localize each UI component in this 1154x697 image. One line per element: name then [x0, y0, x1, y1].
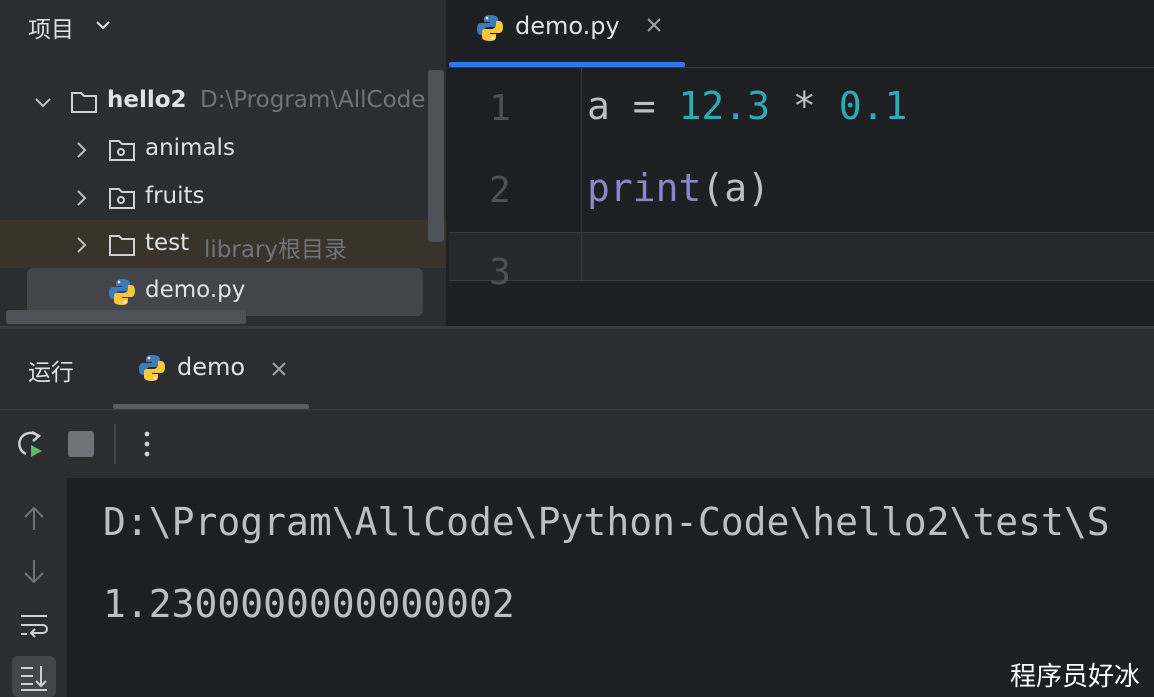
chevron-right-icon[interactable] — [70, 234, 92, 256]
tab-demo-py[interactable]: demo.py — [449, 0, 685, 67]
project-panel-title: 项目 — [28, 17, 74, 43]
scroll-to-end-icon[interactable] — [17, 660, 51, 694]
arrow-down-icon[interactable] — [17, 554, 51, 588]
code-token-args: (a) — [701, 166, 771, 210]
run-panel-header: 运行 demo — [0, 329, 1154, 410]
folder-icon — [71, 92, 97, 113]
tree-item-test[interactable]: test library根目录 — [0, 220, 446, 268]
chevron-right-icon[interactable] — [70, 187, 92, 209]
chevron-down-icon[interactable] — [92, 14, 114, 36]
project-panel: 项目 hello2 D:\Program\AllCode animals fru… — [0, 0, 446, 326]
python-file-icon — [477, 15, 503, 41]
run-toolbar — [0, 410, 1154, 478]
gutter-separator — [581, 68, 582, 282]
line-number: 1 — [489, 88, 511, 129]
line-number: 2 — [489, 170, 511, 211]
code-token-number: 0.1 — [838, 84, 908, 128]
package-folder-icon — [109, 188, 135, 209]
package-folder-icon — [109, 140, 135, 161]
code-token-number: 12.3 — [678, 84, 771, 128]
more-options-icon[interactable] — [138, 424, 156, 464]
run-tab-demo[interactable]: demo — [113, 329, 309, 409]
code-line-2[interactable]: print(a) — [587, 166, 770, 210]
stop-icon[interactable] — [68, 431, 94, 457]
code-token-builtin: print — [587, 166, 702, 210]
console-line: 1.2300000000000002 — [103, 582, 515, 626]
soft-wrap-icon[interactable] — [17, 608, 51, 642]
toolbar-separator — [114, 424, 116, 464]
close-icon[interactable] — [269, 359, 289, 379]
tree-item-label: fruits — [145, 183, 205, 209]
arrow-up-icon[interactable] — [17, 502, 51, 536]
code-editor[interactable]: demo.py 1 2 3 a = 12.3 * 0.1 print(a) — [449, 0, 1154, 326]
python-file-icon — [139, 355, 165, 381]
tree-item-demo-py[interactable]: demo.py — [27, 268, 423, 316]
tab-label: demo.py — [515, 12, 620, 40]
watermark-text: 程序员好冰 — [1009, 662, 1140, 692]
console-side-toolbar — [0, 478, 67, 697]
active-tab-indicator — [113, 404, 309, 409]
active-tab-indicator — [449, 62, 685, 67]
tree-item-path-hint: D:\Program\AllCode — [200, 87, 426, 113]
code-token-op: * — [770, 84, 839, 128]
code-line-1[interactable]: a = 12.3 * 0.1 — [587, 84, 907, 128]
chevron-down-icon[interactable] — [32, 91, 54, 113]
line-number: 3 — [489, 252, 511, 293]
console-output[interactable]: D:\Program\AllCode\Python-Code\hello2\te… — [67, 478, 1154, 697]
vertical-scrollbar[interactable] — [428, 70, 444, 242]
tree-item-library-hint: library根目录 — [204, 237, 347, 263]
rerun-icon[interactable] — [12, 426, 46, 460]
current-line-highlight — [449, 232, 1154, 281]
console-line: D:\Program\AllCode\Python-Code\hello2\te… — [103, 500, 1110, 544]
close-icon[interactable] — [643, 14, 665, 36]
tree-item-animals[interactable]: animals — [0, 126, 446, 174]
tree-item-label: animals — [145, 135, 235, 161]
tree-item-label: hello2 — [107, 87, 187, 113]
run-tab-label: demo — [177, 353, 246, 381]
tree-item-label: test — [145, 230, 190, 256]
run-panel-title: 运行 — [28, 360, 74, 386]
horizontal-scrollbar[interactable] — [6, 310, 246, 324]
tree-item-label: demo.py — [145, 277, 246, 303]
code-token-var: a — [587, 84, 610, 128]
folder-icon — [109, 235, 135, 256]
chevron-right-icon[interactable] — [70, 139, 92, 161]
tree-item-hello2[interactable]: hello2 D:\Program\AllCode — [0, 78, 446, 126]
code-token-op: = — [609, 84, 679, 128]
tree-item-fruits[interactable]: fruits — [0, 174, 446, 222]
python-file-icon — [109, 279, 135, 305]
